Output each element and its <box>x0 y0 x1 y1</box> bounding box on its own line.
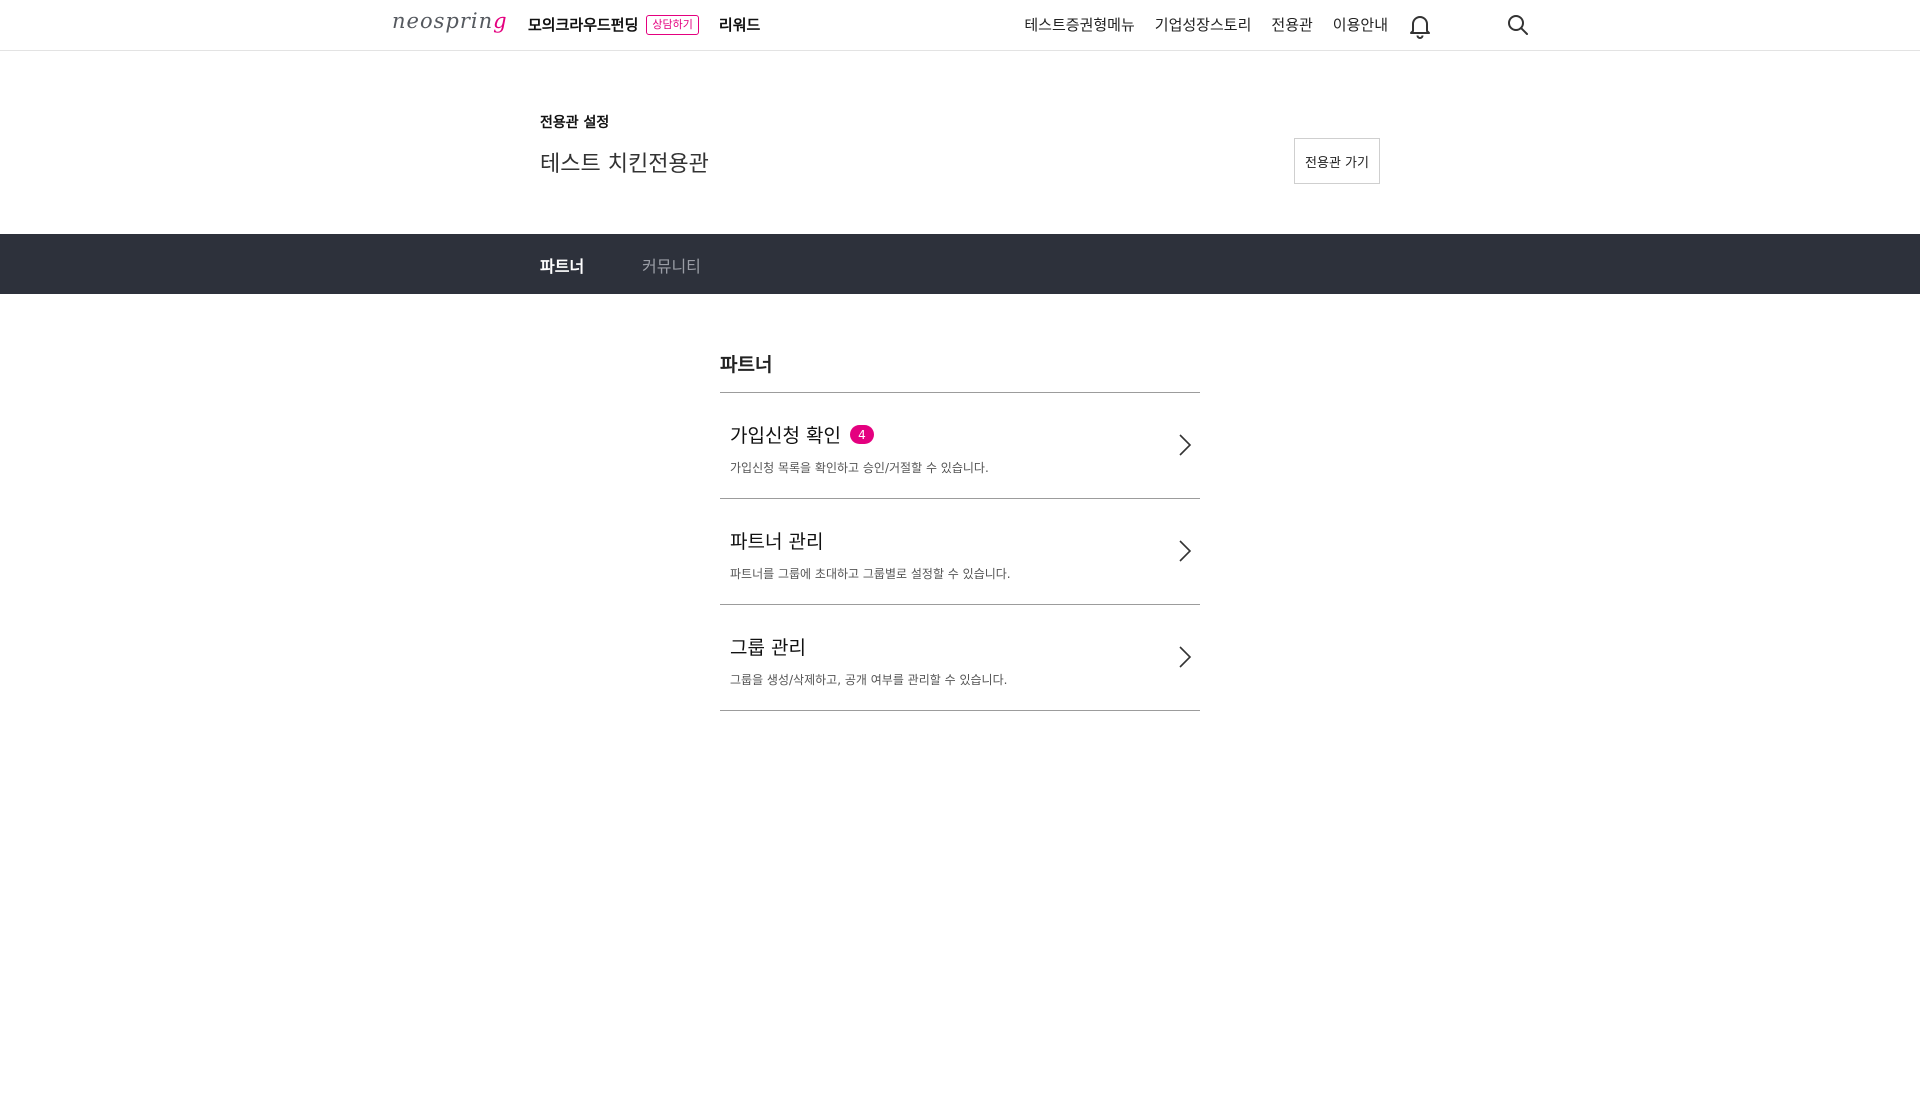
nav-test-securities-menu[interactable]: 테스트증권형메뉴 <box>1024 14 1134 35</box>
chevron-right-icon <box>1179 646 1192 668</box>
logo-text-main: neosprin <box>392 9 494 33</box>
nav-reward[interactable]: 리워드 <box>719 14 760 35</box>
partner-section: 파트너 가입신청 확인 4 가입신청 목록을 확인하고 승인/거절할 수 있습니… <box>720 350 1200 711</box>
nav-guide[interactable]: 이용안내 <box>1333 14 1388 35</box>
list-item-title-text: 그룹 관리 <box>730 637 806 659</box>
nav-growth-story[interactable]: 기업성장스토리 <box>1155 14 1252 35</box>
go-to-hall-button[interactable]: 전용관 가기 <box>1294 138 1380 184</box>
nav-exclusive-hall[interactable]: 전용관 <box>1271 14 1312 35</box>
list-item-group-management[interactable]: 그룹 관리 그룹을 생성/삭제하고, 공개 여부를 관리할 수 있습니다. <box>720 605 1200 711</box>
tab-partner[interactable]: 파트너 <box>540 253 584 277</box>
list-item-title: 파트너 관리 <box>730 527 823 554</box>
list-item-title: 그룹 관리 <box>730 633 806 660</box>
tab-community[interactable]: 커뮤니티 <box>642 253 701 277</box>
search-icon[interactable] <box>1506 13 1530 37</box>
list-item-description: 그룹을 생성/삭제하고, 공개 여부를 관리할 수 있습니다. <box>730 673 1008 687</box>
pending-count-badge: 4 <box>849 425 874 444</box>
list-item-description: 파트너를 그룹에 초대하고 그룹별로 설정할 수 있습니다. <box>730 567 1011 581</box>
secondary-nav: 테스트증권형메뉴 기업성장스토리 전용관 이용안내 <box>1004 14 1388 35</box>
section-title: 파트너 <box>720 350 1200 393</box>
nav-mock-crowdfunding[interactable]: 모의크라우드펀딩 <box>528 14 638 35</box>
logo-text-accent: g <box>493 9 508 33</box>
consult-badge-button[interactable]: 상담하기 <box>646 14 699 35</box>
tab-bar: 파트너 커뮤니티 <box>0 234 1920 294</box>
list-item-title-text: 파트너 관리 <box>730 531 824 553</box>
list-item-title-text: 가입신청 확인 <box>730 425 841 447</box>
settings-breadcrumb: 전용관 설정 <box>540 115 610 131</box>
primary-nav: 모의크라우드펀딩 상담하기 리워드 <box>528 14 760 35</box>
list-item-partner-management[interactable]: 파트너 관리 파트너를 그룹에 초대하고 그룹별로 설정할 수 있습니다. <box>720 499 1200 605</box>
exclusive-hall-title: 테스트 치킨전용관 <box>540 152 709 177</box>
chevron-right-icon <box>1179 434 1192 456</box>
list-item-title: 가입신청 확인 4 <box>730 421 874 448</box>
list-item-description: 가입신청 목록을 확인하고 승인/거절할 수 있습니다. <box>730 461 989 475</box>
neospring-logo[interactable]: neospring <box>392 9 508 33</box>
bell-icon[interactable] <box>1408 13 1432 39</box>
chevron-right-icon <box>1179 540 1192 562</box>
list-item-join-requests[interactable]: 가입신청 확인 4 가입신청 목록을 확인하고 승인/거절할 수 있습니다. <box>720 393 1200 499</box>
top-header: neospring 모의크라우드펀딩 상담하기 리워드 테스트증권형메뉴 기업성… <box>0 0 1920 51</box>
